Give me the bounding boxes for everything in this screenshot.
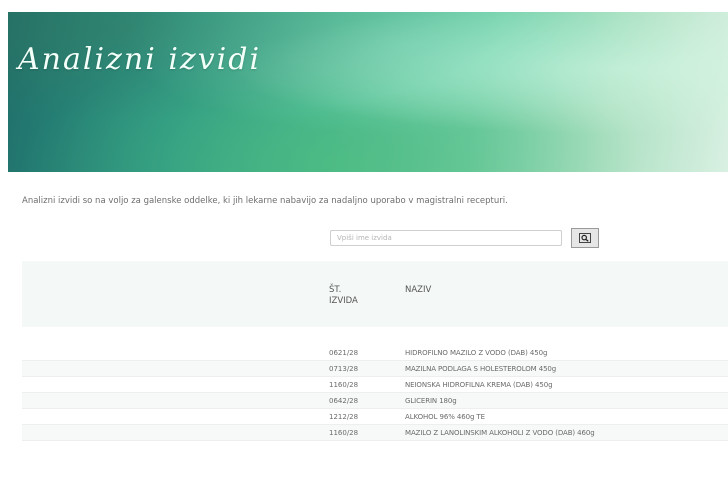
table-row[interactable]: 1212/28 ALKOHOL 96% 460g TE xyxy=(22,409,728,425)
cell-st: 0621/28 xyxy=(329,349,359,357)
cell-st: 1160/28 xyxy=(329,429,359,437)
table-header: ŠT. IZVIDA NAZIV xyxy=(22,261,728,327)
search-input[interactable] xyxy=(330,230,562,246)
cell-naziv[interactable]: ALKOHOL 96% 460g TE xyxy=(405,413,485,421)
cell-st: 1160/28 xyxy=(329,381,359,389)
intro-text: Analizni izvidi so na voljo za galenske … xyxy=(22,196,508,206)
page-title: Analizni izvidi xyxy=(18,42,262,77)
cell-naziv[interactable]: HIDROFILNO MAZILO Z VODO (DAB) 450g xyxy=(405,349,547,357)
table-row[interactable]: 0642/28 GLICERIN 180g xyxy=(22,393,728,409)
table-row[interactable]: 0621/28 HIDROFILNO MAZILO Z VODO (DAB) 4… xyxy=(22,345,728,361)
table-row[interactable]: 0713/28 MAZILNA PODLAGA S HOLESTEROLOM 4… xyxy=(22,361,728,377)
column-header-st[interactable]: ŠT. IZVIDA xyxy=(329,285,369,307)
cell-st: 0642/28 xyxy=(329,397,359,405)
cell-naziv[interactable]: GLICERIN 180g xyxy=(405,397,457,405)
cell-st: 1212/28 xyxy=(329,413,359,421)
cell-naziv[interactable]: NEIONSKA HIDROFILNA KREMA (DAB) 450g xyxy=(405,381,553,389)
search-button[interactable] xyxy=(571,228,599,248)
cell-naziv[interactable]: MAZILO Z LANOLINSKIM ALKOHOLI Z VODO (DA… xyxy=(405,429,595,437)
table-row[interactable]: 1160/28 NEIONSKA HIDROFILNA KREMA (DAB) … xyxy=(22,377,728,393)
column-header-naziv[interactable]: NAZIV xyxy=(405,285,431,296)
table-row[interactable]: 1160/28 MAZILO Z LANOLINSKIM ALKOHOLI Z … xyxy=(22,425,728,441)
page-banner: Analizni izvidi xyxy=(8,12,728,172)
search-icon xyxy=(579,233,591,243)
cell-st: 0713/28 xyxy=(329,365,359,373)
cell-naziv[interactable]: MAZILNA PODLAGA S HOLESTEROLOM 450g xyxy=(405,365,556,373)
